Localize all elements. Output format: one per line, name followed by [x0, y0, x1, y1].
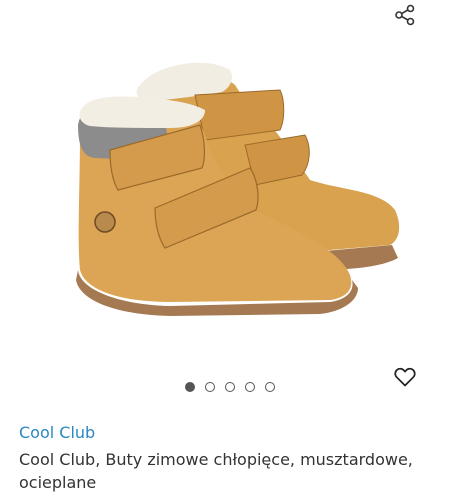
carousel-dot-5[interactable] [265, 382, 275, 392]
carousel-dot-1[interactable] [185, 382, 195, 392]
image-carousel-dots [0, 382, 460, 396]
product-title: Cool Club, Buty zimowe chłopięce, muszta… [19, 450, 413, 492]
product-image[interactable] [40, 40, 420, 340]
carousel-dot-4[interactable] [245, 382, 255, 392]
carousel-dot-2[interactable] [205, 382, 215, 392]
heart-outline-icon [394, 367, 416, 391]
carousel-dot-3[interactable] [225, 382, 235, 392]
add-to-favorites-button[interactable] [392, 367, 418, 391]
brand-link[interactable]: Cool Club [19, 423, 95, 442]
share-icon [394, 4, 416, 30]
share-button[interactable] [392, 4, 418, 30]
